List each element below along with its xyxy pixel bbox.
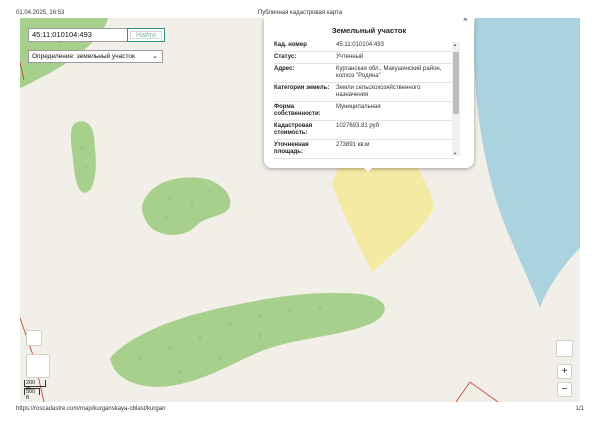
popup-scrollbar[interactable]: ▲ ▼ <box>452 42 460 156</box>
parcel-info-table: Кад. номер 45:11:010104:493 Статус: Учтенны… <box>274 40 454 160</box>
info-row-key: Адрес: <box>274 66 295 72</box>
zoom-out-button[interactable]: − <box>557 382 572 397</box>
object-type-selected: земельный участок <box>76 53 135 60</box>
info-row-value: Курганская обл., Макушинский район, колх… <box>336 66 442 79</box>
print-url: https://roscadastre.com/map/kurganskaya-… <box>16 406 166 412</box>
info-row: Категория земель: Земли сельскохозяйствен… <box>274 83 454 102</box>
parcel-info-popup: × Земельный участок Кад. номер 45:11:0101… <box>264 18 474 172</box>
search-button[interactable]: Найти <box>127 28 165 42</box>
info-row-value: Учтенный <box>336 54 364 60</box>
scale-imperial-label: 500 ft <box>26 389 36 401</box>
boundary-line <box>455 381 499 402</box>
info-row: Форма собственности: Муниципальная <box>274 102 454 121</box>
info-row-value: Муниципальная <box>336 104 381 110</box>
zoom-in-button[interactable]: + <box>557 364 572 379</box>
search-button-label: Найти <box>130 31 162 39</box>
object-type-label: Определение: <box>32 53 75 60</box>
forest-area <box>70 121 96 193</box>
info-row-key: Категория земель: <box>274 85 330 91</box>
info-row-key: Статус: <box>274 54 297 60</box>
map-fullscreen-button[interactable] <box>556 340 573 357</box>
chevron-down-icon: ⌄ <box>152 53 158 60</box>
info-row-key: Кадастровая стоимость: <box>274 123 313 136</box>
water-area <box>474 18 580 308</box>
info-row-value: 1027693.81 руб <box>336 123 380 129</box>
popup-pointer <box>362 166 374 172</box>
info-row-value: 273891 кв.м <box>336 142 370 148</box>
print-footer: https://roscadastre.com/map/kurganskaya-… <box>0 404 600 422</box>
cadastral-search-input[interactable] <box>28 28 132 42</box>
forest-area <box>142 177 231 235</box>
info-row: Кадастровая стоимость: 1027693.81 руб <box>274 121 454 140</box>
print-header: 01.04.2025, 16:53 Публичная кадастровая … <box>0 0 600 18</box>
print-page-number: 1/1 <box>575 406 584 412</box>
info-row: Уточненная площадь: 273891 кв.м <box>274 140 454 159</box>
close-icon[interactable]: × <box>463 18 468 24</box>
map-layers-button[interactable] <box>26 354 50 378</box>
popup-title: Земельный участок <box>331 26 407 35</box>
scroll-down-icon[interactable]: ▼ <box>453 151 457 156</box>
info-row: Статус: Учтенный <box>274 52 454 64</box>
forest-area <box>110 292 385 387</box>
info-row-key: Форма собственности: <box>274 104 321 117</box>
info-row-value: Земли сельскохозяйственного назначения <box>336 85 421 98</box>
scrollbar-thumb[interactable] <box>453 52 459 114</box>
info-row-key: Уточненная площадь: <box>274 142 309 155</box>
map-canvas[interactable]: Найти Определение: земельный участок ⌄ ×… <box>20 18 580 402</box>
map-tool-button[interactable] <box>26 330 42 346</box>
info-row-key: Кад. номер <box>274 42 307 48</box>
object-type-select[interactable]: Определение: земельный участок ⌄ <box>28 50 163 63</box>
scroll-up-icon[interactable]: ▲ <box>453 42 457 47</box>
print-title: Публичная кадастровая карта <box>257 10 343 16</box>
info-row: Разрешенноедля сельскохозяйственного <box>274 159 454 160</box>
info-row: Адрес: Курганская обл., Макушинский район… <box>274 64 454 83</box>
info-row-value: 45:11:010104:493 <box>336 42 384 48</box>
info-row: Кад. номер 45:11:010104:493 <box>274 40 454 52</box>
